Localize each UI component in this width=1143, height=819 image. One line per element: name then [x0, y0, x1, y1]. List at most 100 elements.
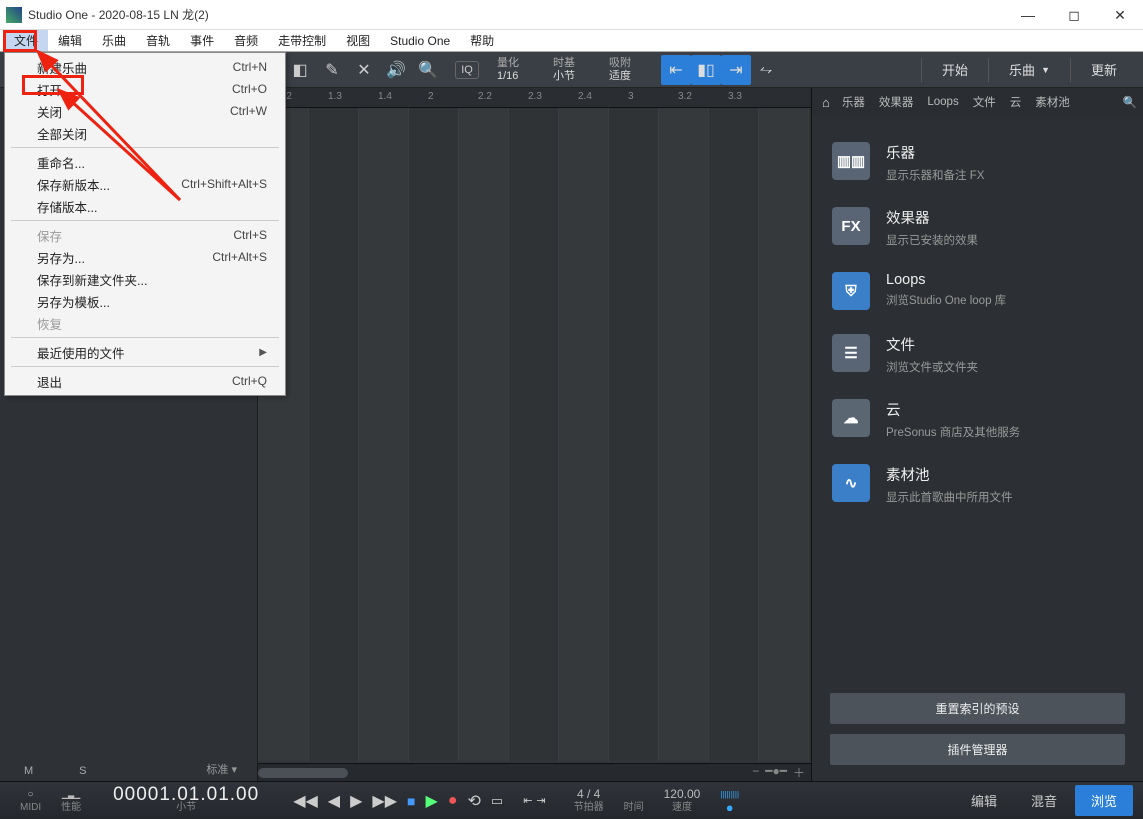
- view-browse-button[interactable]: 浏览: [1075, 785, 1133, 816]
- arrange-area[interactable]: 1.2 1.3 1.4 2 2.2 2.3 2.4 3 3.2 3.3 − ━●…: [258, 88, 811, 781]
- rewind-button[interactable]: ◀◀: [293, 791, 318, 811]
- menu-track[interactable]: 音轨: [136, 30, 180, 51]
- scrollbar-thumb[interactable]: [258, 768, 348, 778]
- menu-audio[interactable]: 音频: [224, 30, 268, 51]
- menu-help[interactable]: 帮助: [460, 30, 504, 51]
- plugin-manager-button[interactable]: 插件管理器: [830, 734, 1125, 765]
- timeline-ruler[interactable]: 1.2 1.3 1.4 2 2.2 2.3 2.4 3 3.2 3.3: [258, 88, 811, 108]
- maximize-button[interactable]: ◻: [1051, 0, 1097, 30]
- browser-tab-instruments[interactable]: 乐器: [836, 90, 871, 114]
- loop-out-icon[interactable]: ⇥: [536, 794, 545, 807]
- time-sig[interactable]: 4 / 4节拍器: [564, 788, 614, 814]
- browser-item-title: 素材池: [886, 464, 1013, 485]
- next-button[interactable]: ▶: [350, 791, 362, 811]
- song-dropdown[interactable]: 乐曲▼: [997, 54, 1062, 85]
- prev-button[interactable]: ◀: [328, 791, 340, 811]
- browser-tab-pool[interactable]: 素材池: [1029, 90, 1076, 114]
- iq-button[interactable]: IQ: [455, 61, 479, 79]
- loop-in-icon[interactable]: ⇤: [523, 794, 532, 807]
- file-menu-item[interactable]: 全部关闭: [5, 122, 285, 144]
- ruler-tick: 1.4: [378, 91, 392, 102]
- menu-file[interactable]: 文件: [4, 30, 48, 51]
- arrange-scrollbar[interactable]: − ━●━ ＋: [258, 763, 811, 781]
- start-button[interactable]: 开始: [930, 54, 980, 85]
- browser-tab-loops[interactable]: Loops: [921, 92, 964, 112]
- update-button[interactable]: 更新: [1079, 54, 1129, 85]
- track-std-label[interactable]: 标准 ▾: [206, 761, 237, 777]
- snap-block[interactable]: 吸附 适度: [609, 57, 631, 83]
- menu-view[interactable]: 视图: [336, 30, 380, 51]
- menu-bar: 文件 编辑 乐曲 音轨 事件 音频 走带控制 视图 Studio One 帮助: [0, 30, 1143, 52]
- browser-item-title: 文件: [886, 334, 978, 355]
- menu-event[interactable]: 事件: [180, 30, 224, 51]
- mute-tool-icon[interactable]: ✕: [349, 55, 379, 85]
- ruler-tick: 3: [628, 91, 634, 102]
- view-mix-button[interactable]: 混音: [1015, 785, 1073, 816]
- timebase-label: 时基: [553, 57, 575, 70]
- play-button[interactable]: ▶: [426, 791, 438, 811]
- home-icon[interactable]: ⌂: [818, 95, 834, 110]
- zoom-slider[interactable]: ━●━: [765, 764, 787, 781]
- timebase-value: 小节: [553, 70, 575, 83]
- browser-item-sub: 显示此首歌曲中所用文件: [886, 489, 1013, 505]
- browser-item[interactable]: ∿ 素材池显示此首歌曲中所用文件: [826, 452, 1129, 517]
- performance-meter[interactable]: ▁▃▁性能: [51, 788, 91, 814]
- browser-item[interactable]: FX效果器显示已安装的效果: [826, 195, 1129, 260]
- snap-tool-4[interactable]: ⥊: [751, 55, 781, 85]
- snap-tool-3[interactable]: ⇥: [721, 55, 751, 85]
- autopunch-button[interactable]: ▭: [491, 793, 503, 809]
- browser-tab-effects[interactable]: 效果器: [873, 90, 920, 114]
- browser-item[interactable]: ⛨Loops浏览Studio One loop 库: [826, 260, 1129, 322]
- ruler-tick: 2: [428, 91, 434, 102]
- file-menu-item[interactable]: 保存新版本...Ctrl+Shift+Alt+S: [5, 173, 285, 195]
- loop-button[interactable]: ⟲: [467, 791, 480, 811]
- tempo[interactable]: 120.00速度: [654, 788, 711, 814]
- menu-edit[interactable]: 编辑: [48, 30, 92, 51]
- quantize-block[interactable]: 量化 1/16: [497, 57, 519, 83]
- stop-button[interactable]: ■: [407, 793, 415, 809]
- snap-tool-2[interactable]: ▮▯: [691, 55, 721, 85]
- file-menu-item[interactable]: 打开...Ctrl+O: [5, 78, 285, 100]
- file-menu-item[interactable]: 退出Ctrl+Q: [5, 370, 285, 392]
- arrange-grid[interactable]: [258, 108, 811, 761]
- quantize-label: 量化: [497, 57, 519, 70]
- pencil-tool-icon[interactable]: ✎: [317, 55, 347, 85]
- file-menu-item[interactable]: 保存到新建文件夹...: [5, 268, 285, 290]
- metronome-toggle[interactable]: |||||||||●: [710, 788, 749, 814]
- browser-tab-files[interactable]: 文件: [967, 90, 1002, 114]
- marker-s[interactable]: S: [79, 765, 86, 777]
- browser-tab-cloud[interactable]: 云: [1004, 90, 1028, 114]
- zoom-out-icon[interactable]: −: [752, 764, 759, 781]
- zoom-in-icon[interactable]: ＋: [793, 764, 805, 781]
- minimize-button[interactable]: —: [1005, 0, 1051, 30]
- reset-index-button[interactable]: 重置索引的预设: [830, 693, 1125, 724]
- speaker-tool-icon[interactable]: 🔊: [381, 55, 411, 85]
- magnify-tool-icon[interactable]: 🔍: [413, 55, 443, 85]
- view-edit-button[interactable]: 编辑: [955, 785, 1013, 816]
- file-menu-item[interactable]: 另存为...Ctrl+Alt+S: [5, 246, 285, 268]
- wave-icon: ∿: [832, 464, 870, 502]
- browser-item[interactable]: ☰文件浏览文件或文件夹: [826, 322, 1129, 387]
- menu-song[interactable]: 乐曲: [92, 30, 136, 51]
- record-button[interactable]: ●: [448, 792, 458, 810]
- marker-m[interactable]: M: [24, 765, 33, 777]
- search-icon[interactable]: 🔍: [1123, 95, 1137, 109]
- ruler-tick: 2.4: [578, 91, 592, 102]
- file-menu-item[interactable]: 存储版本...: [5, 195, 285, 217]
- browser-item[interactable]: ☁云PreSonus 商店及其他服务: [826, 387, 1129, 452]
- browser-item[interactable]: ▥▥乐器显示乐器和备注 FX: [826, 130, 1129, 195]
- ffwd-button[interactable]: ▶▶: [372, 791, 397, 811]
- snap-tool-1[interactable]: ⇤: [661, 55, 691, 85]
- timebase-block[interactable]: 时基 小节: [553, 57, 575, 83]
- file-menu-item[interactable]: 新建乐曲Ctrl+N: [5, 56, 285, 78]
- timecode-display[interactable]: 00001.01.01.00: [113, 788, 259, 801]
- menu-studioone[interactable]: Studio One: [380, 32, 460, 50]
- file-menu-item[interactable]: 关闭Ctrl+W: [5, 100, 285, 122]
- close-button[interactable]: ✕: [1097, 0, 1143, 30]
- file-menu-item[interactable]: 重命名...: [5, 151, 285, 173]
- eraser-tool-icon[interactable]: ◧: [285, 55, 315, 85]
- file-menu-item[interactable]: 另存为模板...: [5, 290, 285, 312]
- file-menu-item[interactable]: 最近使用的文件▶: [5, 341, 285, 363]
- menu-transport[interactable]: 走带控制: [268, 30, 336, 51]
- browser-item-title: 乐器: [886, 142, 984, 163]
